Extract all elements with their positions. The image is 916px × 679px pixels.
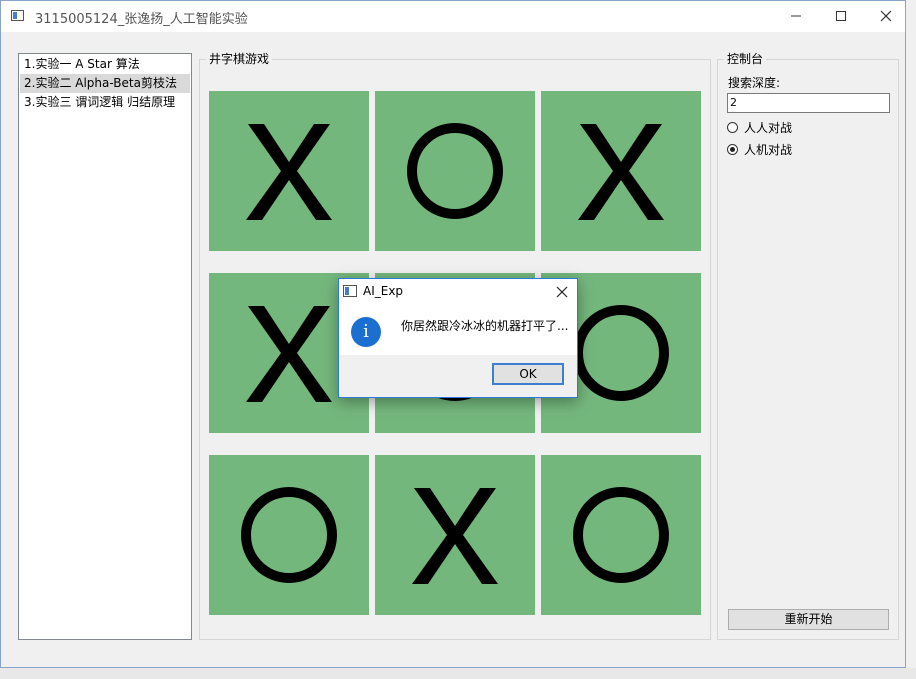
radio-pve-label: 人机对战 [744, 142, 793, 157]
board-cell[interactable] [209, 91, 369, 251]
dialog-app-icon [343, 285, 357, 297]
maximize-button[interactable] [818, 1, 864, 31]
o-mark-icon [573, 305, 669, 401]
radio-button-icon[interactable] [727, 143, 738, 155]
board-cell[interactable] [541, 91, 701, 251]
list-item-astar[interactable]: 1.实验一 A Star 算法 [20, 55, 190, 74]
x-mark-icon [246, 306, 332, 402]
board-cell[interactable] [375, 455, 535, 615]
search-depth-input[interactable]: 2 [727, 93, 890, 113]
ok-button[interactable]: OK [492, 363, 564, 385]
board-cell[interactable] [209, 455, 369, 615]
close-icon [880, 10, 892, 22]
list-item-alpha-beta[interactable]: 2.实验二 Alpha-Beta剪枝法 [20, 74, 190, 93]
radio-pvp[interactable]: 人人对战 [727, 118, 792, 136]
game-group-title: 井字棋游戏 [206, 52, 273, 66]
search-depth-label: 搜索深度: [728, 76, 781, 90]
close-button[interactable] [863, 1, 909, 31]
o-mark-icon [241, 487, 337, 583]
radio-button-icon[interactable] [727, 121, 738, 133]
app-icon [11, 10, 24, 21]
x-mark-icon [246, 124, 332, 220]
dialog-close-button[interactable] [551, 281, 573, 303]
maximize-icon [836, 11, 846, 21]
message-dialog: AI_Exp i 你居然跟冷冰冰的机器打平了... OK [338, 278, 578, 398]
o-mark-icon [407, 123, 503, 219]
window-title: 3115005124_张逸扬_人工智能实验 [35, 12, 248, 27]
x-mark-icon [578, 124, 664, 220]
dialog-body: i 你居然跟冷冰冰的机器打平了... [339, 305, 577, 355]
background-window-bottom [0, 668, 916, 679]
console-group-title: 控制台 [724, 52, 767, 66]
radio-pvp-label: 人人对战 [744, 120, 793, 135]
dialog-message: 你居然跟冷冰冰的机器打平了... [401, 319, 569, 333]
title-bar: 3115005124_张逸扬_人工智能实验 [1, 1, 905, 32]
radio-pve[interactable]: 人机对战 [727, 140, 792, 158]
info-icon: i [351, 317, 381, 347]
list-item-resolution[interactable]: 3.实验三 谓词逻辑 归结原理 [20, 93, 190, 112]
dialog-title: AI_Exp [363, 284, 404, 298]
board-cell[interactable] [541, 455, 701, 615]
dialog-title-bar: AI_Exp [339, 279, 577, 305]
minimize-button[interactable] [773, 1, 819, 31]
restart-button[interactable]: 重新开始 [728, 609, 889, 630]
close-icon [556, 286, 568, 298]
background-window-right [906, 0, 916, 679]
minimize-icon [791, 15, 801, 17]
experiment-list[interactable]: 1.实验一 A Star 算法 2.实验二 Alpha-Beta剪枝法 3.实验… [18, 53, 192, 640]
board-cell[interactable] [375, 91, 535, 251]
x-mark-icon [412, 488, 498, 584]
o-mark-icon [573, 487, 669, 583]
